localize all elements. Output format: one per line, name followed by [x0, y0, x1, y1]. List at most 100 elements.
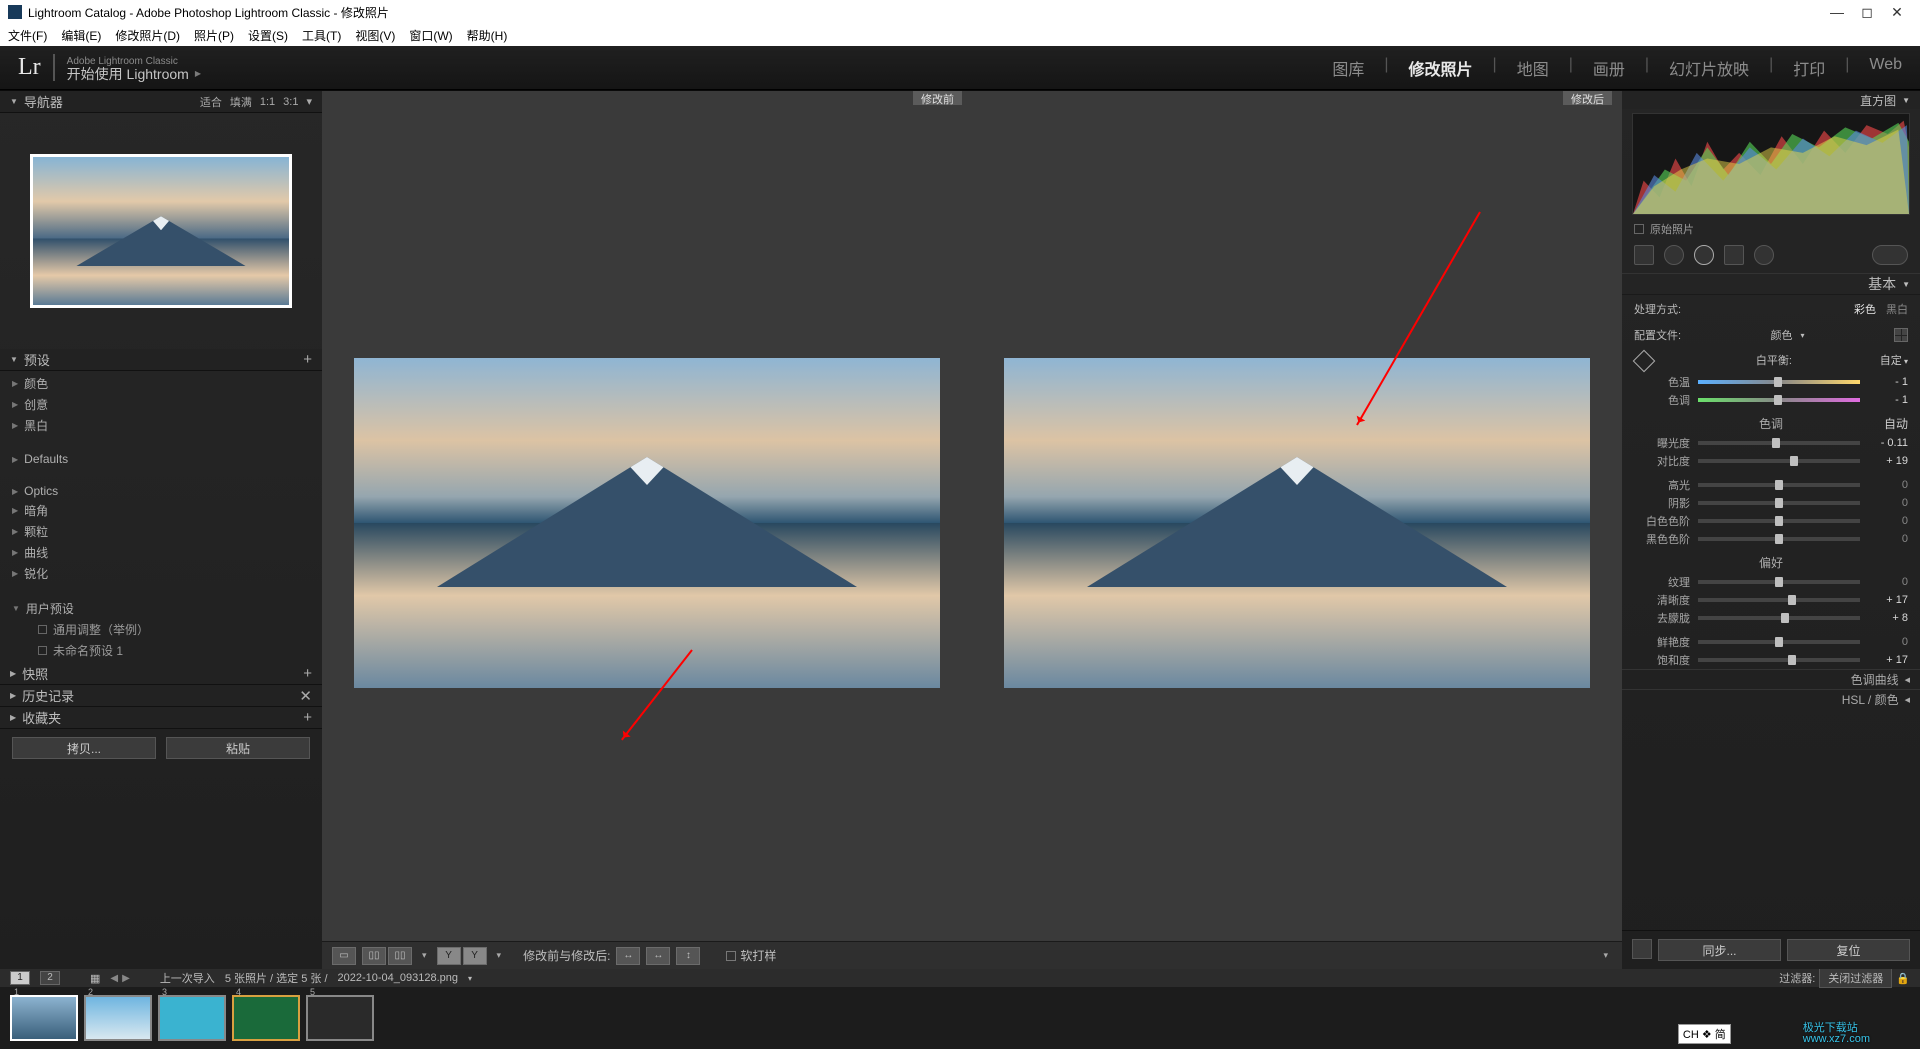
prev-button[interactable]: ◀: [110, 973, 118, 984]
whites-slider[interactable]: [1698, 519, 1860, 523]
compare-2-button[interactable]: ▯▯: [388, 947, 412, 965]
maximize-button[interactable]: ◻: [1852, 4, 1882, 21]
blacks-slider[interactable]: [1698, 537, 1860, 541]
vibrance-slider[interactable]: [1698, 640, 1860, 644]
menu-edit[interactable]: 编辑(E): [61, 27, 101, 44]
dehaze-slider[interactable]: [1698, 616, 1860, 620]
user-preset-2[interactable]: 未命名预设 1: [12, 642, 310, 659]
preset-group-curve[interactable]: ▶曲线: [12, 544, 310, 561]
clarity-slider[interactable]: [1698, 598, 1860, 602]
gradient-tool[interactable]: [1724, 245, 1744, 265]
tint-slider[interactable]: [1698, 398, 1860, 402]
zoom-3-1[interactable]: 3:1: [283, 96, 298, 108]
close-button[interactable]: ✕: [1882, 4, 1912, 21]
preset-group-grain[interactable]: ▶颗粒: [12, 523, 310, 540]
preset-group-optics[interactable]: ▶Optics: [12, 484, 310, 498]
redeye-tool[interactable]: [1694, 245, 1714, 265]
compare-1-button[interactable]: ▯▯: [362, 947, 386, 965]
preset-group-bw[interactable]: ▶黑白: [12, 417, 310, 434]
zoom-fit[interactable]: 适合: [200, 94, 222, 110]
preset-group-color[interactable]: ▶颜色: [12, 375, 310, 392]
film-thumb-4[interactable]: 4: [232, 995, 300, 1041]
snapshots-header[interactable]: ▶快照+: [0, 663, 322, 685]
preset-group-defaults[interactable]: ▶Defaults: [12, 452, 310, 466]
navigator-preview[interactable]: [0, 113, 322, 349]
preset-group-sharpen[interactable]: ▶锐化: [12, 565, 310, 582]
presets-header[interactable]: ▼ 预设 +: [0, 349, 322, 371]
menu-view[interactable]: 视图(V): [355, 27, 395, 44]
radial-tool[interactable]: [1754, 245, 1774, 265]
sync-button[interactable]: 同步...: [1658, 939, 1781, 961]
menu-settings[interactable]: 设置(S): [248, 27, 288, 44]
shadows-slider[interactable]: [1698, 501, 1860, 505]
tone-curve-header[interactable]: 色调曲线◀: [1622, 669, 1920, 689]
original-photo-toggle[interactable]: 原始照片: [1622, 215, 1920, 243]
source-label[interactable]: 上一次导入: [160, 970, 215, 986]
preset-group-user[interactable]: ▼用户预设: [12, 600, 310, 617]
hsl-header[interactable]: HSL / 颜色◀: [1622, 689, 1920, 709]
mask-tool[interactable]: [1872, 245, 1908, 265]
film-thumb-2[interactable]: 2: [84, 995, 152, 1041]
highlights-slider[interactable]: [1698, 483, 1860, 487]
menu-photo[interactable]: 照片(P): [194, 27, 234, 44]
temp-slider[interactable]: [1698, 380, 1860, 384]
film-thumb-3[interactable]: 3: [158, 995, 226, 1041]
menu-file[interactable]: 文件(F): [8, 27, 47, 44]
module-book[interactable]: 画册: [1593, 56, 1625, 80]
histogram-header[interactable]: 直方图▼: [1622, 91, 1920, 109]
profile-browser-button[interactable]: [1894, 328, 1908, 342]
swap-1-button[interactable]: ↔: [616, 947, 640, 965]
module-develop[interactable]: 修改照片: [1409, 56, 1473, 80]
menu-window[interactable]: 窗口(W): [409, 27, 452, 44]
module-library[interactable]: 图库: [1332, 56, 1364, 80]
spot-tool[interactable]: [1664, 245, 1684, 265]
grid-icon[interactable]: ▦: [90, 972, 100, 985]
treatment-bw[interactable]: 黑白: [1886, 301, 1908, 317]
next-button[interactable]: ▶: [122, 973, 130, 984]
user-preset-1[interactable]: 通用调整（举例）: [12, 621, 310, 638]
brand-action[interactable]: 开始使用 Lightroom: [67, 68, 201, 80]
swap-3-button[interactable]: ↕: [676, 947, 700, 965]
before-image[interactable]: [332, 105, 962, 941]
menu-tools[interactable]: 工具(T): [302, 27, 341, 44]
copy-button[interactable]: 拷贝...: [12, 737, 156, 759]
module-web[interactable]: Web: [1869, 56, 1902, 80]
menu-help[interactable]: 帮助(H): [467, 27, 508, 44]
menu-develop[interactable]: 修改照片(D): [115, 27, 180, 44]
preset-group-vignette[interactable]: ▶暗角: [12, 502, 310, 519]
switch-button[interactable]: [1632, 939, 1652, 959]
paste-button[interactable]: 粘贴: [166, 737, 310, 759]
wb-picker-tool[interactable]: [1634, 351, 1652, 369]
reset-button[interactable]: 复位: [1787, 939, 1910, 961]
contrast-slider[interactable]: [1698, 459, 1860, 463]
zoom-1-1[interactable]: 1:1: [260, 96, 275, 108]
screen-1-button[interactable]: 1: [10, 971, 30, 985]
navigator-header[interactable]: ▼ 导航器 适合 填满 1:1 3:1 ▾: [0, 91, 322, 113]
module-print[interactable]: 打印: [1793, 56, 1825, 80]
toolbar-menu[interactable]: ▾: [1603, 950, 1608, 961]
film-thumb-1[interactable]: 1: [10, 995, 78, 1041]
film-thumb-5[interactable]: 5: [306, 995, 374, 1041]
ime-indicator[interactable]: CH ❖ 简: [1678, 1024, 1731, 1044]
filename-label[interactable]: 2022-10-04_093128.png: [338, 972, 459, 984]
add-preset-button[interactable]: +: [303, 351, 312, 368]
after-image[interactable]: [982, 105, 1612, 941]
exposure-slider[interactable]: [1698, 441, 1860, 445]
histogram[interactable]: [1632, 113, 1910, 215]
soft-proof-toggle[interactable]: 软打样: [726, 947, 776, 964]
swap-2-button[interactable]: ↔: [646, 947, 670, 965]
zoom-fill[interactable]: 填满: [230, 94, 252, 110]
preset-group-creative[interactable]: ▶创意: [12, 396, 310, 413]
crop-tool[interactable]: [1634, 245, 1654, 265]
basic-header[interactable]: 基本▼: [1622, 273, 1920, 295]
loupe-view-button[interactable]: ▭: [332, 947, 356, 965]
screen-2-button[interactable]: 2: [40, 971, 60, 985]
collections-header[interactable]: ▶收藏夹+: [0, 707, 322, 729]
yy-left-button[interactable]: Y: [437, 947, 461, 965]
auto-tone-button[interactable]: 自动: [1884, 415, 1908, 432]
texture-slider[interactable]: [1698, 580, 1860, 584]
filter-select[interactable]: 关闭过滤器: [1819, 968, 1892, 988]
yy-right-button[interactable]: Y: [463, 947, 487, 965]
wb-select[interactable]: 自定: [1880, 352, 1908, 368]
saturation-slider[interactable]: [1698, 658, 1860, 662]
